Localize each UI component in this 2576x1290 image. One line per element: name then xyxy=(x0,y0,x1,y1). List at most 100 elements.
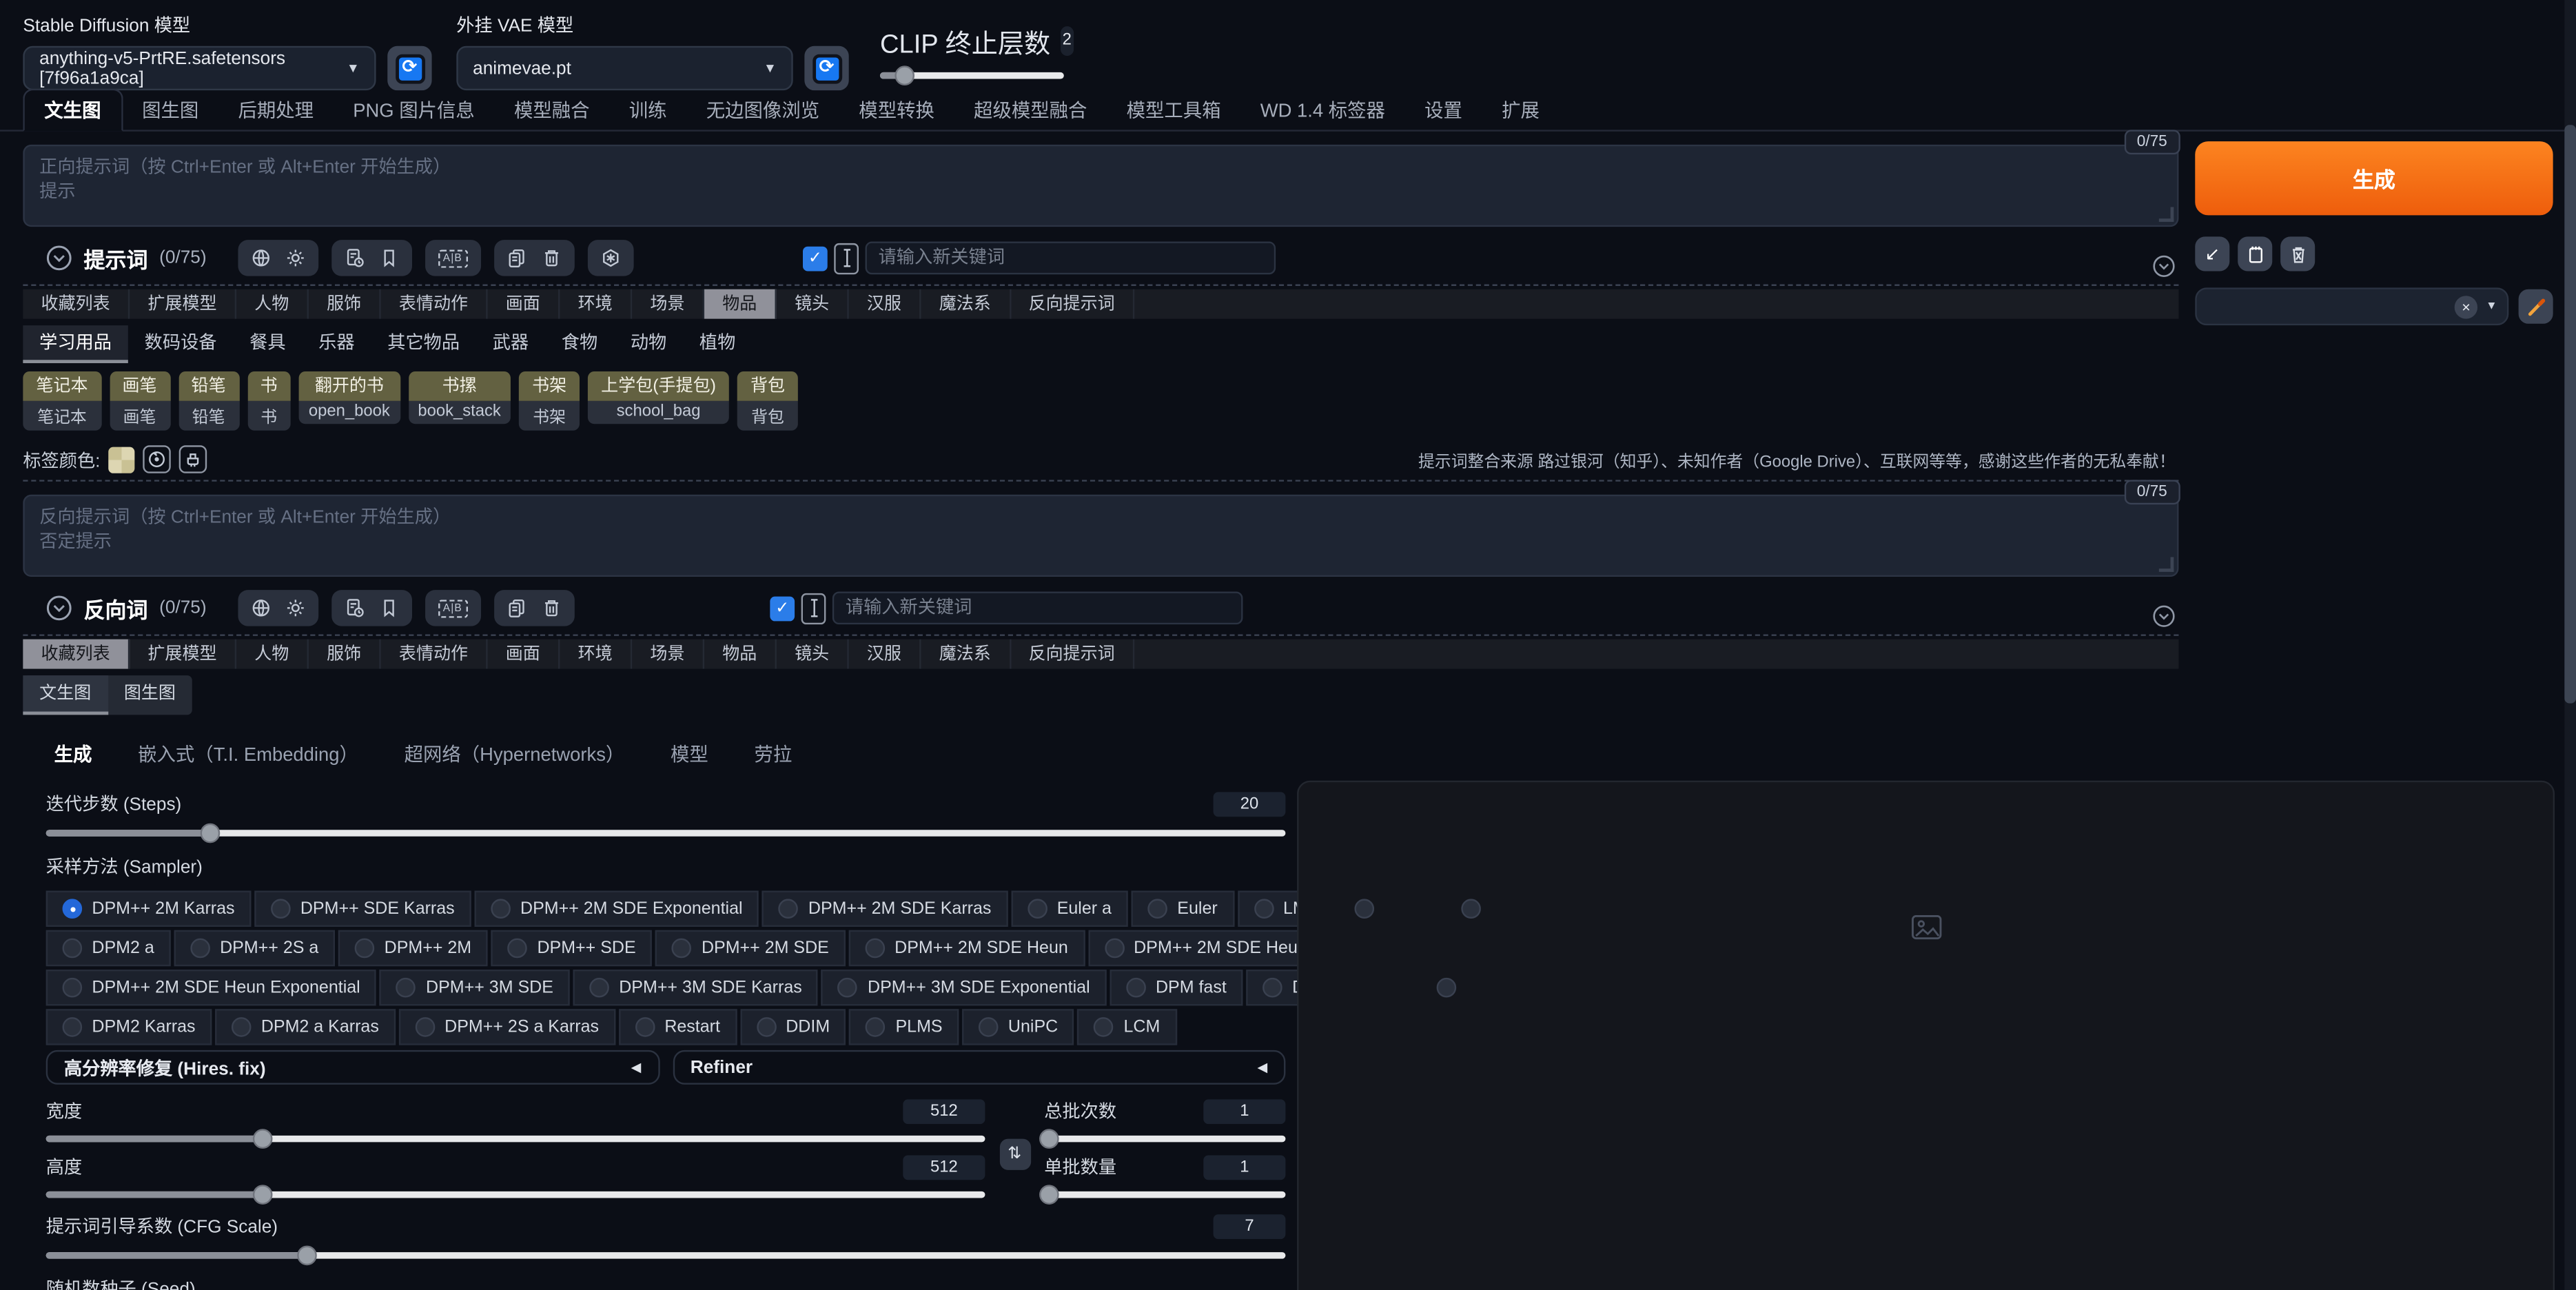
tag-category[interactable]: 汉服 xyxy=(849,639,921,669)
tag-color-brush-button[interactable] xyxy=(179,445,207,473)
tag-category[interactable]: 反向提示词 xyxy=(1010,289,1134,319)
main-tab[interactable]: PNG 图片信息 xyxy=(334,90,495,130)
tag-chip[interactable]: 书 书 xyxy=(247,371,291,431)
tag-category[interactable]: 画面 xyxy=(488,289,560,319)
collapse-section-icon[interactable] xyxy=(46,595,72,621)
main-tab[interactable]: 模型转换 xyxy=(839,90,954,130)
collapse-panel-icon[interactable] xyxy=(2152,605,2175,628)
sampler-option[interactable]: DPM++ 2S a Karras xyxy=(398,1009,615,1045)
paste-params-button[interactable]: ↙ xyxy=(2195,236,2229,271)
tag-category[interactable]: 表情动作 xyxy=(381,639,488,669)
new-keyword-input[interactable] xyxy=(832,591,1243,624)
trash-icon[interactable] xyxy=(541,598,561,618)
tag-subcategory[interactable]: 数码设备 xyxy=(128,325,233,363)
main-tab[interactable]: 设置 xyxy=(1405,90,1482,130)
tag-category[interactable]: 镜头 xyxy=(777,639,849,669)
generate-button[interactable]: 生成 xyxy=(2195,141,2553,215)
main-tab[interactable]: 模型工具箱 xyxy=(1107,90,1240,130)
sampler-option[interactable]: DPM++ 3M SDE xyxy=(380,970,569,1005)
tag-category[interactable]: 物品 xyxy=(704,289,777,319)
main-tab[interactable]: 文生图 xyxy=(23,89,122,132)
sampler-option[interactable]: DPM++ SDE xyxy=(491,930,653,966)
slider-knob[interactable] xyxy=(1039,1185,1059,1205)
sampler-option[interactable]: DPM++ 2M SDE Heun Exponential xyxy=(46,970,377,1005)
tag-color-reset-button[interactable] xyxy=(143,445,171,473)
tag-color-swatch[interactable] xyxy=(108,446,134,472)
sampler-option[interactable]: DPM++ 2M xyxy=(338,930,488,966)
clip-skip-value[interactable]: 2 xyxy=(1060,26,1074,56)
chevron-down-icon[interactable]: ▼ xyxy=(2486,300,2497,312)
scrollbar-thumb[interactable] xyxy=(2564,125,2576,703)
tag-chip[interactable]: 铅笔 铅笔 xyxy=(178,371,238,431)
page-scrollbar[interactable] xyxy=(2564,0,2576,1290)
tag-subcategory[interactable]: 学习用品 xyxy=(23,325,127,363)
batch-size-slider[interactable] xyxy=(1044,1191,1285,1198)
batch-size-value[interactable]: 1 xyxy=(1203,1154,1285,1179)
main-tab[interactable]: 后期处理 xyxy=(218,90,334,130)
slider-knob[interactable] xyxy=(894,65,914,85)
tag-subcategory[interactable]: 餐具 xyxy=(233,325,302,363)
tag-category[interactable]: 场景 xyxy=(632,289,704,319)
negative-prompt-textarea[interactable]: 反向提示词（按 Ctrl+Enter 或 Alt+Enter 开始生成） 否定提… xyxy=(23,495,2178,577)
main-tab[interactable]: 图生图 xyxy=(122,90,218,130)
tag-subcategory[interactable]: 动物 xyxy=(614,325,683,363)
collapse-section-icon[interactable] xyxy=(46,245,72,271)
tag-chip[interactable]: 书摞 book_stack xyxy=(408,371,511,431)
tag-category[interactable]: 扩展模型 xyxy=(130,289,236,319)
gear-icon[interactable] xyxy=(285,248,305,268)
main-tab[interactable]: WD 1.4 标签器 xyxy=(1240,90,1404,130)
clip-skip-slider[interactable] xyxy=(880,72,1064,79)
tag-category[interactable]: 人物 xyxy=(236,639,309,669)
generation-tab[interactable]: 嵌入式（T.I. Embedding） xyxy=(138,741,358,767)
history-doc-icon[interactable] xyxy=(345,248,365,268)
tag-category[interactable]: 汉服 xyxy=(849,289,921,319)
slider-knob[interactable] xyxy=(201,823,221,843)
sampler-option[interactable]: DDIM xyxy=(740,1009,846,1045)
tag-category[interactable]: 收藏列表 xyxy=(23,639,130,669)
hires-fix-accordion[interactable]: 高分辨率修复 (Hires. fix) ◀ xyxy=(46,1050,660,1085)
width-slider[interactable] xyxy=(46,1136,985,1143)
generation-tab[interactable]: 生成 xyxy=(54,741,92,767)
tag-category[interactable]: 收藏列表 xyxy=(23,289,130,319)
refiner-accordion[interactable]: Refiner ◀ xyxy=(673,1050,1286,1085)
sampler-option[interactable]: DPM++ 2M SDE Karras xyxy=(762,891,1008,927)
bookmark-icon[interactable] xyxy=(379,598,399,618)
keyword-checkbox[interactable]: ✓ xyxy=(770,595,795,620)
tag-chip[interactable]: 书架 书架 xyxy=(519,371,580,431)
tag-subcategory[interactable]: 其它物品 xyxy=(371,325,476,363)
trash-icon[interactable] xyxy=(541,248,561,268)
mode-tab[interactable]: 文生图 xyxy=(23,675,108,715)
tag-category[interactable]: 镜头 xyxy=(777,289,849,319)
translate-icon[interactable]: A|B xyxy=(438,249,468,267)
generation-tab[interactable]: 劳拉 xyxy=(755,741,793,767)
sampler-option[interactable]: UniPC xyxy=(962,1009,1074,1045)
clear-prompt-button[interactable] xyxy=(2280,236,2315,271)
sampler-option[interactable]: DPM2 Karras xyxy=(46,1009,212,1045)
slider-knob[interactable] xyxy=(296,1246,316,1266)
sampler-option[interactable]: DPM++ 2S a xyxy=(174,930,335,966)
styles-select[interactable]: × ▼ xyxy=(2195,287,2508,325)
tag-subcategory[interactable]: 食物 xyxy=(545,325,614,363)
translate-icon[interactable]: A|B xyxy=(438,599,468,617)
cfg-value[interactable]: 7 xyxy=(1214,1214,1286,1238)
apply-styles-button[interactable] xyxy=(2519,289,2553,324)
sampler-option[interactable]: PLMS xyxy=(850,1009,959,1045)
sampler-option[interactable]: DPM++ SDE Karras xyxy=(254,891,471,927)
slider-knob[interactable] xyxy=(252,1129,272,1149)
steps-slider[interactable] xyxy=(46,830,1286,837)
sampler-option[interactable]: Euler xyxy=(1132,891,1234,927)
sampler-option[interactable]: DPM++ 2M SDE Exponential xyxy=(474,891,759,927)
height-value[interactable]: 512 xyxy=(903,1154,985,1179)
sampler-option[interactable]: DPM++ 2M SDE xyxy=(655,930,845,966)
main-tab[interactable]: 扩展 xyxy=(1482,90,1560,130)
slider-knob[interactable] xyxy=(1039,1129,1059,1149)
vae-select[interactable]: animevae.pt ▼ xyxy=(456,46,793,90)
tag-subcategory[interactable]: 乐器 xyxy=(302,325,371,363)
tag-category[interactable]: 扩展模型 xyxy=(130,639,236,669)
tag-subcategory[interactable]: 武器 xyxy=(476,325,545,363)
main-tab[interactable]: 模型融合 xyxy=(494,90,609,130)
tag-category[interactable]: 表情动作 xyxy=(381,289,488,319)
tag-category[interactable]: 场景 xyxy=(632,639,704,669)
clear-icon[interactable]: × xyxy=(2455,295,2477,318)
sampler-option[interactable]: DPM++ 2M Karras xyxy=(46,891,252,927)
